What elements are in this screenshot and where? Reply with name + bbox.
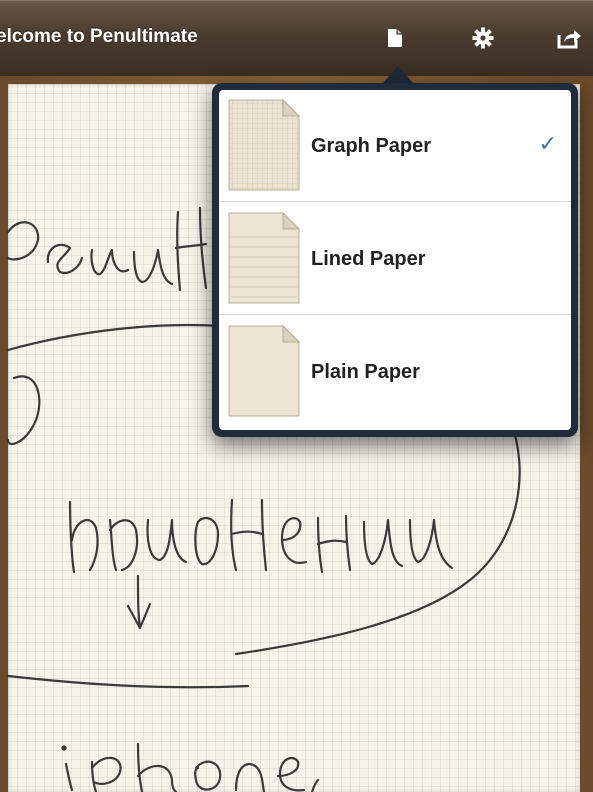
top-toolbar: elcome to Penultimate — [0, 0, 593, 76]
lined-paper-label: Lined Paper — [311, 248, 426, 270]
page-icon[interactable] — [382, 25, 408, 51]
popover-arrow — [382, 66, 414, 84]
paper-type-popover: Graph Paper ✓ Lined Paper Plain Paper — [212, 83, 578, 437]
paper-type-list: Graph Paper ✓ Lined Paper Plain Paper — [219, 90, 571, 430]
menu-item-graph-paper[interactable]: Graph Paper ✓ — [219, 90, 571, 202]
gear-icon[interactable] — [470, 25, 496, 51]
plain-paper-label: Plain Paper — [311, 361, 420, 383]
graph-paper-thumbnail — [228, 98, 301, 191]
graph-paper-label: Graph Paper — [311, 135, 432, 157]
menu-item-lined-paper[interactable]: Lined Paper — [219, 203, 571, 315]
checkmark-icon: ✓ — [538, 132, 557, 157]
plain-paper-thumbnail — [228, 324, 301, 417]
share-icon[interactable] — [556, 25, 582, 51]
menu-item-plain-paper[interactable]: Plain Paper — [219, 316, 571, 428]
lined-paper-thumbnail — [228, 211, 301, 304]
notebook-title: elcome to Penultimate — [0, 26, 198, 47]
